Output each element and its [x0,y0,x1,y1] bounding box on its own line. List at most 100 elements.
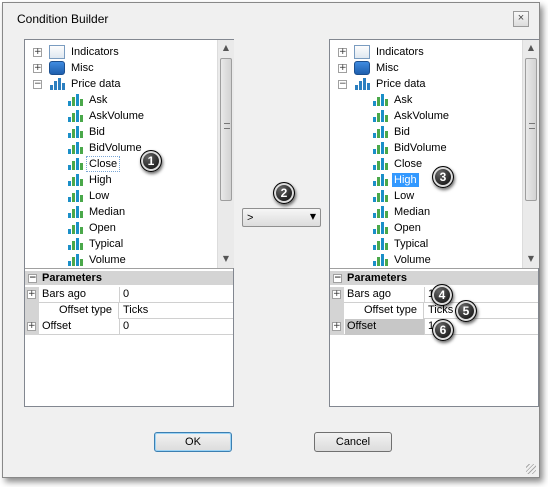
tree-item-price-data[interactable]: − Price data [338,76,428,92]
operator-value: > [247,212,254,224]
tree-item-bid[interactable]: Bid [67,124,107,140]
row-gutter: + [330,319,344,335]
collapse-icon[interactable]: − [338,79,347,89]
parameter-value[interactable]: 0 [123,319,233,335]
parameter-value[interactable]: Ticks [123,303,233,319]
collapse-icon[interactable]: − [28,273,37,283]
parameter-row-bars-ago[interactable]: + Bars ago 0 [25,287,233,303]
scroll-thumb[interactable] [220,58,232,201]
tree-item-label: Indicators [376,46,424,58]
operator-dropdown[interactable]: > ▼ [242,208,321,227]
tree-item-typical[interactable]: Typical [372,236,430,252]
bar-chart-icon [67,189,83,203]
title-bar: Condition Builder × [3,3,539,33]
expand-icon[interactable]: + [33,63,42,73]
tree-item-volume[interactable]: Volume [67,252,128,268]
tree-item-close[interactable]: Close [372,156,424,172]
tree-item-bid[interactable]: Bid [372,124,412,140]
row-gutter [330,303,344,319]
parameter-row-offset[interactable]: + Offset 0 [25,319,233,335]
scroll-up-icon[interactable]: ▲ [218,40,234,56]
collapse-icon[interactable]: − [333,273,342,283]
tree-item-ask[interactable]: Ask [372,92,414,108]
tree-item-bidvolume[interactable]: BidVolume [372,140,449,156]
scroll-thumb[interactable] [525,58,537,201]
expand-icon[interactable]: + [332,322,341,331]
left-tree: + Indicators + Misc − Price data Ask AskVolume B… [25,40,217,268]
expand-icon[interactable]: + [33,47,42,57]
tree-item-volume[interactable]: Volume [372,252,433,268]
bar-chart-icon [67,253,83,267]
misc-icon [49,61,65,75]
parameter-name: Bars ago [40,287,120,303]
parameter-name: Offset type [39,303,119,319]
bar-chart-icon [372,221,388,235]
tree-item-high[interactable]: High [372,172,419,188]
tree-item-median[interactable]: Median [372,204,432,220]
tree-item-askvolume[interactable]: AskVolume [372,108,451,124]
tree-item-label: Low [89,190,110,202]
tree-item-label: Open [89,222,116,234]
tree-item-label: Volume [89,254,126,266]
tree-item-label: Low [394,190,415,202]
tree-item-label: AskVolume [89,110,145,122]
tree-item-price-data[interactable]: − Price data [33,76,123,92]
tree-item-open[interactable]: Open [67,220,118,236]
tree-item-label: Price data [376,78,426,90]
tree-item-bidvolume[interactable]: BidVolume [67,140,144,156]
tree-item-misc[interactable]: + Misc [33,60,96,76]
tree-item-open[interactable]: Open [372,220,423,236]
tree-item-label: BidVolume [89,142,142,154]
expand-icon[interactable]: + [338,63,347,73]
tree-item-low[interactable]: Low [372,188,416,204]
tree-item-label: Bid [394,126,410,138]
bar-chart-icon [372,157,388,171]
bar-chart-icon [372,173,388,187]
parameters-category[interactable]: − Parameters [25,271,233,285]
expand-icon[interactable]: + [332,290,341,299]
tree-item-label: Bid [89,126,105,138]
tree-item-median[interactable]: Median [67,204,127,220]
tree-item-label: Typical [89,238,124,250]
window-title: Condition Builder [17,12,109,26]
tree-item-high[interactable]: High [67,172,114,188]
collapse-icon[interactable]: − [33,79,42,89]
tree-item-typical[interactable]: Typical [67,236,125,252]
misc-icon [354,61,370,75]
parameters-category[interactable]: − Parameters [330,271,538,285]
parameter-name: Offset [40,319,120,335]
tree-item-indicators[interactable]: + Indicators [33,44,121,60]
close-button[interactable]: × [513,11,529,27]
left-tree-scrollbar[interactable]: ▲ ▼ [217,40,234,268]
bar-chart-icon [372,189,388,203]
tree-item-label: High [89,174,112,186]
callout-badge-6: 6 [432,319,454,341]
tree-item-label: Price data [71,78,121,90]
callout-badge-5: 5 [455,300,477,322]
tree-item-low[interactable]: Low [67,188,111,204]
tree-item-ask[interactable]: Ask [67,92,109,108]
scroll-up-icon[interactable]: ▲ [523,40,539,56]
expand-icon[interactable]: + [27,322,36,331]
tree-item-close[interactable]: Close [67,156,121,172]
resize-grip[interactable] [526,464,536,474]
scroll-down-icon[interactable]: ▼ [218,251,234,267]
bar-chart-icon [67,109,83,123]
cancel-button[interactable]: Cancel [314,432,392,452]
tree-item-indicators[interactable]: + Indicators [338,44,426,60]
scroll-down-icon[interactable]: ▼ [523,251,539,267]
bar-chart-icon [372,253,388,267]
tree-item-askvolume[interactable]: AskVolume [67,108,146,124]
parameter-value[interactable]: 0 [123,287,233,303]
row-gutter: + [330,287,344,303]
right-tree-scrollbar[interactable]: ▲ ▼ [522,40,539,268]
left-parameters-grid: − Parameters + Bars ago 0 Offset type Ticks +… [25,268,233,336]
parameter-row-offset-type[interactable]: Offset type Ticks [330,303,538,319]
expand-icon[interactable]: + [338,47,347,57]
tree-item-label: Ask [394,94,413,106]
expand-icon[interactable]: + [27,290,36,299]
parameter-name: Offset type [344,303,424,319]
ok-button[interactable]: OK [154,432,232,452]
parameter-row-offset-type[interactable]: Offset type Ticks [25,303,233,319]
tree-item-misc[interactable]: + Misc [338,60,401,76]
